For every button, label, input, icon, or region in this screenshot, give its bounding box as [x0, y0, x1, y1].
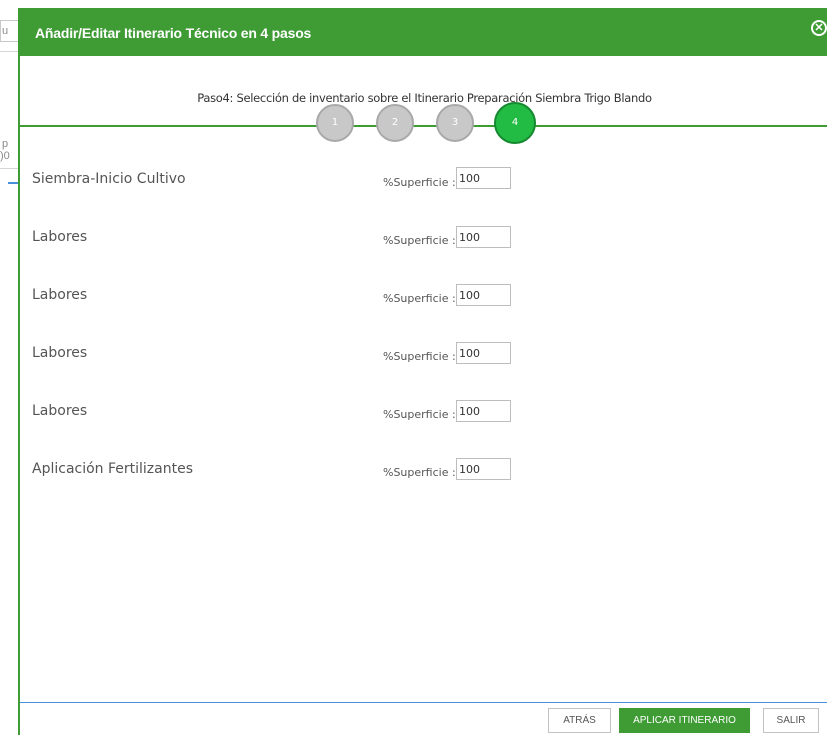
background-divider [0, 51, 18, 52]
surface-input[interactable] [456, 458, 511, 480]
background-text: p [2, 138, 9, 150]
step-caption: Paso4: Selección de inventario sobre el … [197, 91, 652, 105]
exit-button[interactable]: SALIR [763, 708, 819, 733]
surface-label: %Superficie : [383, 466, 456, 479]
footer-divider [20, 702, 827, 703]
surface-input[interactable] [456, 167, 511, 189]
surface-label: %Superficie : [383, 408, 456, 421]
background-divider [0, 168, 18, 169]
background-text: u [2, 25, 9, 37]
surface-input[interactable] [456, 342, 511, 364]
surface-input[interactable] [456, 400, 511, 422]
row-label: Aplicación Fertilizantes [32, 461, 194, 477]
step-4[interactable]: 4 [494, 102, 536, 144]
surface-input[interactable] [456, 284, 511, 306]
row-label: Labores [32, 345, 88, 361]
row-label: Labores [32, 403, 88, 419]
step-3[interactable]: 3 [436, 104, 474, 142]
apply-itinerary-button[interactable]: APLICAR ITINERARIO [619, 708, 750, 733]
surface-label: %Superficie : [383, 176, 456, 189]
row-label: Siembra-Inicio Cultivo [32, 171, 186, 187]
surface-label: %Superficie : [383, 292, 456, 305]
stepper-line [20, 125, 827, 127]
modal-header: Añadir/Editar Itinerario Técnico en 4 pa… [20, 8, 827, 56]
close-icon[interactable]: ✕ [811, 20, 827, 36]
surface-input[interactable] [456, 226, 511, 248]
surface-label: %Superficie : [383, 350, 456, 363]
modal-title: Añadir/Editar Itinerario Técnico en 4 pa… [35, 25, 312, 41]
row-label: Labores [32, 287, 88, 303]
step-1[interactable]: 1 [316, 104, 354, 142]
background-text: )0 [0, 150, 10, 162]
surface-label: %Superficie : [383, 234, 456, 247]
row-label: Labores [32, 229, 88, 245]
step-2[interactable]: 2 [376, 104, 414, 142]
itinerary-modal: Añadir/Editar Itinerario Técnico en 4 pa… [18, 8, 827, 735]
back-button[interactable]: ATRÁS [548, 708, 611, 733]
